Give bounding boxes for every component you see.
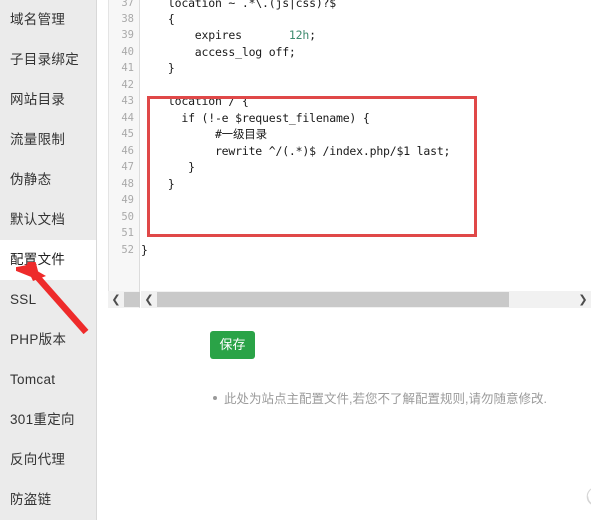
sidebar-item-4[interactable]: 伪静态 <box>0 160 96 200</box>
editor-horizontal-scrollbars[interactable]: ❮ ❮ ❯ <box>108 291 591 308</box>
line-number: 42 <box>121 79 134 91</box>
code-line[interactable]: #一级目录 <box>141 126 267 143</box>
code-scroll-left-arrow-icon[interactable]: ❮ <box>141 291 157 308</box>
code-line[interactable]: { <box>141 11 175 28</box>
code-line[interactable]: if (!-e $request_filename) { <box>141 110 369 127</box>
line-number: 48 <box>121 178 134 190</box>
code-line[interactable]: access_log off; <box>141 44 296 61</box>
line-number: 44 <box>121 112 134 124</box>
sidebar-item-9[interactable]: Tomcat <box>0 360 96 400</box>
config-file-editor[interactable]: 37 38 39 40 41 42 43 44 45 46 47 48 49 50 51 52 locatio… <box>108 0 591 291</box>
sidebar-item-8[interactable]: PHP版本 <box>0 320 96 360</box>
line-number: 45 <box>121 128 134 140</box>
line-number: 52 <box>121 244 134 256</box>
bullet-icon <box>213 396 217 400</box>
line-number-gutter: 37 38 39 40 41 42 43 44 45 46 47 48 49 50 51 52 <box>109 0 140 291</box>
line-number: 51 <box>121 227 134 239</box>
line-number: 49 <box>121 194 134 206</box>
sidebar-item-2[interactable]: 网站目录 <box>0 80 96 120</box>
watermark-logo-icon <box>586 488 591 505</box>
code-scroll-right-arrow-icon[interactable]: ❯ <box>575 291 591 308</box>
save-button[interactable]: 保存 <box>210 331 255 359</box>
line-number: 37 <box>121 0 134 9</box>
line-number: 39 <box>121 29 134 41</box>
config-hint-text: 此处为站点主配置文件,若您不了解配置规则,请勿随意修改. <box>224 392 547 406</box>
sidebar-item-0[interactable]: 域名管理 <box>0 0 96 40</box>
line-number: 47 <box>121 161 134 173</box>
sidebar-item-11[interactable]: 反向代理 <box>0 440 96 480</box>
code-line[interactable]: rewrite ^/(.*)$ /index.php/$1 last; <box>141 143 451 160</box>
code-token-number: 12h <box>288 28 310 42</box>
sidebar-item-10[interactable]: 301重定向 <box>0 400 96 440</box>
gutter-scrollbar-thumb[interactable] <box>124 292 140 307</box>
code-line[interactable]: location ~ .*\.(js|css)?$ <box>141 0 336 12</box>
sidebar-item-1[interactable]: 子目录绑定 <box>0 40 96 80</box>
code-scrollbar-thumb[interactable] <box>157 292 509 307</box>
site-watermark: 创新互联 CHUANG XIN HU LIAN <box>586 483 591 513</box>
code-line[interactable]: location / { <box>141 93 249 110</box>
sidebar-item-3[interactable]: 流量限制 <box>0 120 96 160</box>
sidebar-nav: 域名管理 子目录绑定 网站目录 流量限制 伪静态 默认文档 配置文件 SSL PHP版本 Tomc… <box>0 0 97 520</box>
config-hint-note: 此处为站点主配置文件,若您不了解配置规则,请勿随意修改. <box>213 390 591 408</box>
code-line[interactable]: } <box>141 159 195 176</box>
sidebar-item-12[interactable]: 防盗链 <box>0 480 96 520</box>
sidebar-item-7[interactable]: SSL <box>0 280 96 320</box>
sidebar-item-6[interactable]: 配置文件 <box>0 240 96 280</box>
line-number: 40 <box>121 46 134 58</box>
main-content-panel: 37 38 39 40 41 42 43 44 45 46 47 48 49 50 51 52 locatio… <box>97 0 591 520</box>
code-text-area[interactable]: location ~ .*\.(js|css)?$ { expires 12h;… <box>141 0 591 291</box>
line-number: 43 <box>121 95 134 107</box>
code-line[interactable]: } <box>141 60 175 77</box>
line-number: 46 <box>121 145 134 157</box>
line-number: 50 <box>121 211 134 223</box>
line-number: 38 <box>121 13 134 25</box>
code-line[interactable]: } <box>141 242 148 259</box>
code-line[interactable]: } <box>141 176 175 193</box>
code-line[interactable]: expires 12h; <box>141 27 316 44</box>
line-number: 41 <box>121 62 134 74</box>
gutter-scroll-left-arrow-icon[interactable]: ❮ <box>108 291 124 308</box>
sidebar-item-5[interactable]: 默认文档 <box>0 200 96 240</box>
